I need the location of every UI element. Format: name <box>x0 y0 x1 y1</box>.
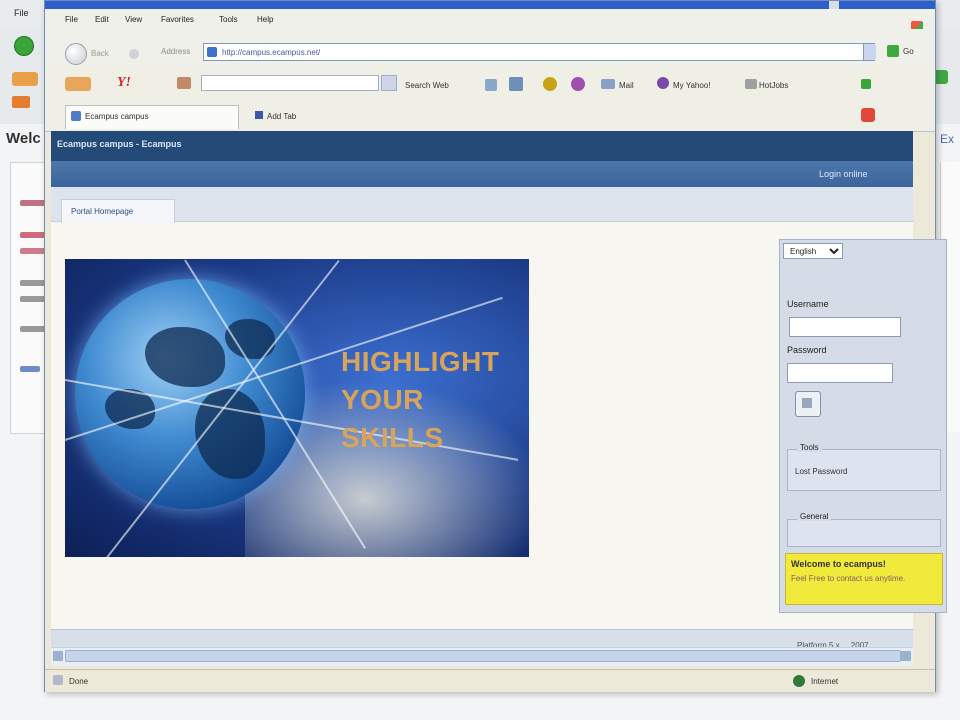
background-yahoo-icon[interactable] <box>12 72 38 86</box>
hotjobs-icon[interactable] <box>745 79 757 89</box>
login-online-link[interactable]: Login online <box>819 169 868 179</box>
banner-line-1: HIGHLIGHT <box>341 346 500 377</box>
portal-subheader <box>51 161 913 187</box>
search-web-button[interactable]: Search Web <box>405 81 449 90</box>
background-page-title: Welc <box>6 130 41 147</box>
search-go-button[interactable] <box>381 75 397 91</box>
scroll-left-arrow-icon[interactable] <box>53 651 63 661</box>
language-select[interactable]: English <box>783 243 843 259</box>
internet-zone-icon <box>793 675 805 687</box>
menu-help[interactable]: Help <box>257 15 273 24</box>
my-yahoo-button[interactable]: My Yahoo! <box>673 81 711 90</box>
go-icon[interactable] <box>887 45 899 57</box>
add-tab-icon[interactable] <box>255 111 263 119</box>
toolbar-search-input[interactable] <box>201 75 379 91</box>
tab-page-icon <box>71 111 81 121</box>
welcome-title: Welcome to ecampus! <box>791 559 886 569</box>
portal-tabstrip <box>51 187 913 222</box>
continent-shape <box>195 389 265 479</box>
purple-circle-icon[interactable] <box>571 77 585 91</box>
browser-tab-label[interactable]: Ecampus campus <box>85 112 149 121</box>
close-tab-icon[interactable] <box>861 108 875 122</box>
general-box <box>787 519 941 547</box>
back-button[interactable] <box>65 43 87 65</box>
yahoo-logo-icon[interactable]: Y! <box>117 75 145 91</box>
general-legend: General <box>797 512 832 521</box>
yahoo-mail-icon[interactable] <box>65 77 91 91</box>
hero-banner: HIGHLIGHT YOUR SKILLS <box>65 259 529 557</box>
titlebar-button[interactable] <box>829 1 839 9</box>
background-link-line[interactable] <box>20 366 40 372</box>
address-dropdown-button[interactable] <box>863 44 876 60</box>
username-label: Username <box>787 299 829 309</box>
banner-headline: HIGHLIGHT YOUR SKILLS <box>341 343 500 457</box>
status-text: Done <box>69 677 89 686</box>
address-input[interactable] <box>203 43 875 61</box>
page-status-icon <box>53 675 63 685</box>
password-label: Password <box>787 345 827 355</box>
back-label[interactable]: Back <box>91 49 109 58</box>
background-menu-file[interactable]: File <box>14 8 29 18</box>
background-right-link[interactable]: Ex <box>940 132 954 146</box>
toolbar-right-icon[interactable] <box>861 79 871 89</box>
toolbar-icon[interactable] <box>509 77 523 91</box>
scrollbar-thumb[interactable] <box>65 650 901 662</box>
my-yahoo-icon[interactable] <box>657 77 669 89</box>
banner-line-3: SKILLS <box>341 422 444 453</box>
welcome-text: Feel Free to contact us anytime. <box>791 574 906 583</box>
forward-button[interactable] <box>129 49 139 59</box>
scroll-right-arrow-icon[interactable] <box>901 651 911 661</box>
tools-legend: Tools <box>797 443 822 452</box>
pencil-icon[interactable] <box>177 77 191 89</box>
browser-titlebar[interactable] <box>45 1 935 9</box>
hotjobs-button[interactable]: HotJobs <box>759 81 788 90</box>
mail-icon[interactable] <box>601 79 615 89</box>
page-icon <box>207 47 217 57</box>
browser-menubar: File Edit View Favorites Tools Help <box>45 9 935 33</box>
menu-favorites[interactable]: Favorites <box>161 15 194 24</box>
background-back-icon[interactable] <box>14 36 34 56</box>
tab-portal-homepage-label[interactable]: Portal Homepage <box>71 207 133 216</box>
menu-tools[interactable]: Tools <box>219 15 238 24</box>
page-footer <box>51 629 913 648</box>
portal-title: Ecampus campus - Ecampus <box>57 139 182 149</box>
banner-line-2: YOUR <box>341 384 424 415</box>
username-input[interactable] <box>789 317 901 337</box>
menu-edit[interactable]: Edit <box>95 15 109 24</box>
menu-view[interactable]: View <box>125 15 142 24</box>
smiley-icon[interactable] <box>543 77 557 91</box>
toolbar-icon[interactable] <box>485 79 497 91</box>
address-label: Address <box>161 47 191 56</box>
background-mail-icon[interactable] <box>12 96 30 108</box>
arrow-right-icon <box>802 398 812 408</box>
password-input[interactable] <box>787 363 893 383</box>
browser-window: File Edit View Favorites Tools Help Back… <box>44 0 947 692</box>
background-go-icon[interactable] <box>934 70 948 84</box>
continent-shape <box>145 327 225 387</box>
lost-password-link[interactable]: Lost Password <box>795 467 847 476</box>
menu-file[interactable]: File <box>65 15 78 24</box>
add-tab-button[interactable]: Add Tab <box>267 112 296 121</box>
zone-text: Internet <box>811 677 839 686</box>
go-label[interactable]: Go <box>903 47 914 56</box>
mail-button[interactable]: Mail <box>619 81 634 90</box>
